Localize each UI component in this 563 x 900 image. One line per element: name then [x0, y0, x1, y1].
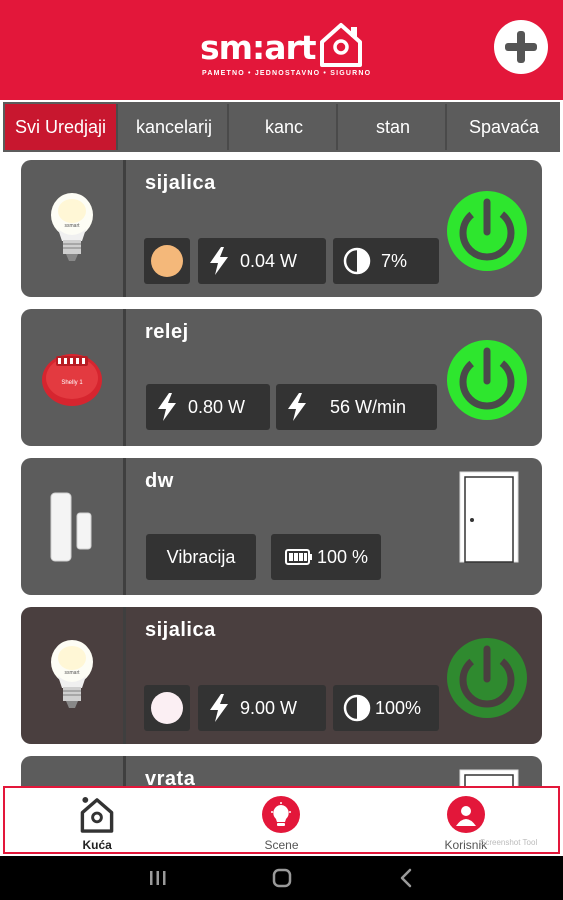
screenshot-watermark: Screenshot Tool	[480, 838, 538, 847]
power-value: 0.04 W	[240, 250, 298, 271]
brightness-value: 100%	[375, 697, 422, 718]
door-closed-icon	[459, 471, 519, 563]
door-closed-icon	[459, 769, 519, 786]
brightness-readout[interactable]: 7%	[333, 238, 439, 284]
user-icon	[446, 796, 485, 833]
device-name: vrata	[145, 768, 196, 786]
recent-apps-icon	[149, 871, 165, 885]
plus-icon	[505, 31, 537, 63]
device-icon-cell: ssmart	[21, 607, 126, 744]
brightness-readout[interactable]: 100%	[333, 685, 439, 731]
device-list: ssmart sijalica 0.04 W 7% Shelly 1 relej…	[0, 152, 563, 786]
color-picker-chip[interactable]	[144, 685, 190, 731]
lightning-icon	[286, 393, 308, 421]
device-card[interactable]: dw Vibracija 100 %	[21, 458, 542, 595]
device-name: sijalica	[145, 619, 216, 641]
device-card[interactable]: ssmart sijalica 0.04 W 7%	[21, 160, 542, 297]
svg-text:ssmart: ssmart	[65, 670, 81, 676]
device-name: relej	[145, 321, 189, 343]
home-circle-icon	[272, 868, 291, 888]
energy-readout: 56 W/min	[276, 384, 437, 430]
color-swatch	[151, 245, 183, 277]
vibration-label: Vibracija	[166, 546, 236, 567]
light-bulb-icon: ssmart	[51, 192, 93, 261]
system-nav-bar	[0, 856, 563, 900]
tab-kancelarij[interactable]: kancelarij	[121, 104, 229, 150]
brightness-value: 7%	[381, 250, 408, 271]
back-button[interactable]	[344, 856, 468, 900]
power-readout: 0.80 W	[146, 384, 270, 430]
nav-label: Kuća	[82, 838, 112, 852]
relay-module-icon: Shelly 1	[42, 353, 102, 406]
room-tabs: Svi Uredjaji kancelarij kanc stan Spavać…	[3, 102, 560, 152]
svg-text:Shelly 1: Shelly 1	[61, 380, 83, 386]
home-system-button[interactable]	[220, 856, 344, 900]
color-picker-chip[interactable]	[144, 238, 190, 284]
nav-label: Scene	[264, 838, 299, 852]
energy-value: 56 W/min	[330, 396, 407, 417]
battery-readout: 100 %	[271, 534, 381, 580]
logo-text: sm:art	[200, 28, 317, 67]
smart-logo: sm:art PAMETNO • JEDNOSTAVNO • SIGURNO	[200, 22, 370, 82]
device-icon-cell	[21, 458, 126, 595]
power-toggle-icon[interactable]	[444, 188, 530, 274]
device-name: dw	[145, 470, 174, 492]
power-readout: 9.00 W	[198, 685, 326, 731]
light-bulb-icon: ssmart	[51, 639, 93, 708]
house-logo-icon	[320, 23, 362, 67]
lightning-icon	[208, 694, 230, 722]
logo-tagline: PAMETNO • JEDNOSTAVNO • SIGURNO	[202, 70, 372, 77]
tab-svi-uredjaji[interactable]: Svi Uredjaji	[5, 104, 118, 150]
device-card[interactable]: vrata	[21, 756, 542, 786]
device-card[interactable]: ssmart sijalica 9.00 W 100%	[21, 607, 542, 744]
tab-stan[interactable]: stan	[341, 104, 447, 150]
tab-kanc[interactable]: kanc	[232, 104, 338, 150]
home-icon	[80, 796, 114, 833]
vibration-chip: Vibracija	[146, 534, 256, 580]
color-swatch	[151, 692, 183, 724]
battery-icon	[285, 549, 313, 565]
bottom-nav: Kuća Scene Korisnik	[3, 786, 560, 854]
lightning-icon	[208, 247, 230, 275]
power-readout: 0.04 W	[198, 238, 326, 284]
device-icon-cell: Shelly 1	[21, 309, 126, 446]
app-header: sm:art PAMETNO • JEDNOSTAVNO • SIGURNO	[0, 0, 563, 100]
power-value: 0.80 W	[188, 396, 246, 417]
device-icon-cell: ssmart	[21, 160, 126, 297]
scene-bulb-icon	[262, 796, 301, 833]
back-chevron-icon	[400, 868, 411, 888]
add-device-button[interactable]	[494, 20, 548, 74]
recent-apps-button[interactable]	[96, 856, 220, 900]
nav-item-kuca[interactable]: Kuća	[5, 788, 189, 852]
tab-spavaca[interactable]: Spavaća	[450, 104, 558, 150]
nav-item-scene[interactable]: Scene	[189, 788, 373, 852]
battery-value: 100 %	[317, 546, 369, 567]
door-window-sensor-icon	[50, 492, 92, 561]
brightness-icon	[343, 247, 371, 275]
device-icon-cell	[21, 756, 126, 786]
lightning-icon	[156, 393, 178, 421]
power-toggle-icon[interactable]	[444, 635, 530, 721]
power-value: 9.00 W	[240, 697, 298, 718]
svg-text:ssmart: ssmart	[65, 223, 81, 229]
device-name: sijalica	[145, 172, 216, 194]
power-toggle-icon[interactable]	[444, 337, 530, 423]
app-root: sm:art PAMETNO • JEDNOSTAVNO • SIGURNO S…	[0, 0, 563, 900]
brightness-icon	[343, 694, 371, 722]
device-card[interactable]: Shelly 1 relej 0.80 W 56 W/min	[21, 309, 542, 446]
